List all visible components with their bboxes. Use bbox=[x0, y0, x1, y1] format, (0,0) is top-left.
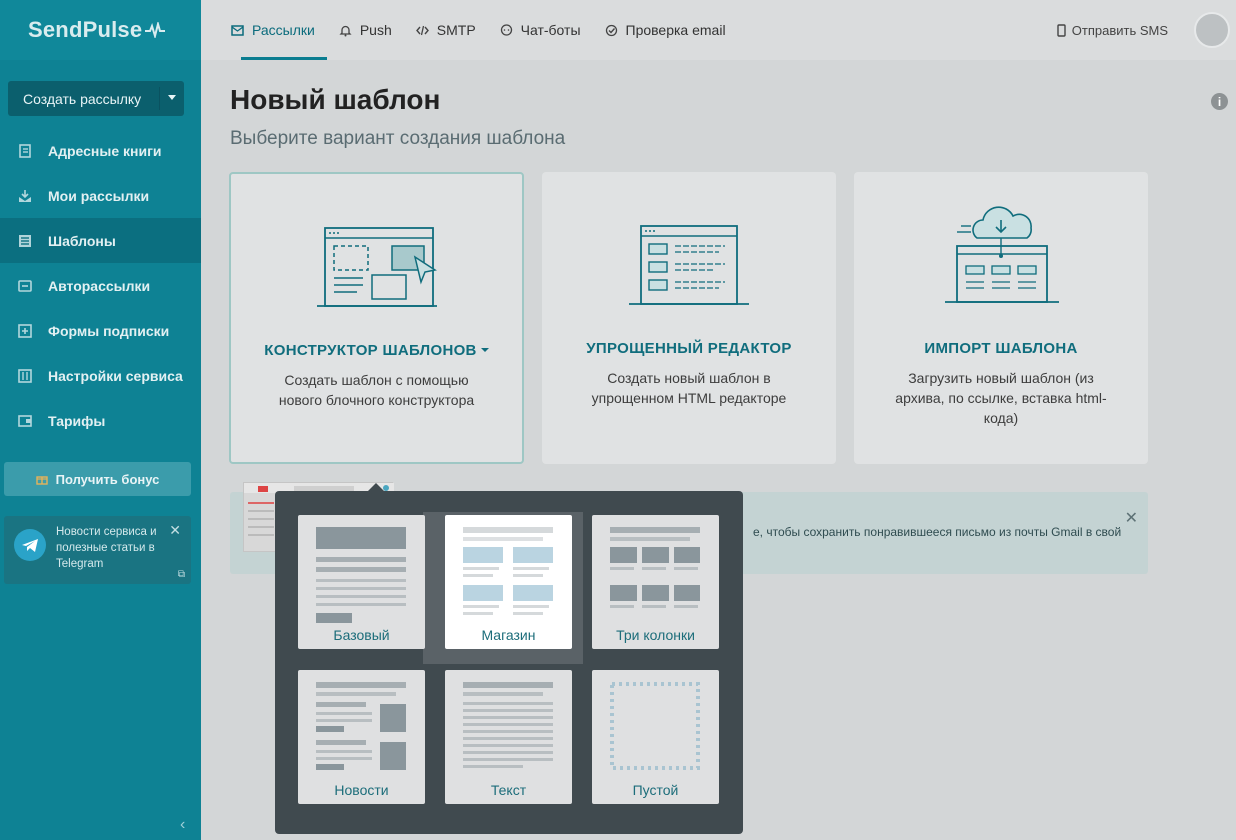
tab-label: Рассылки bbox=[252, 22, 315, 38]
template-option-label: Магазин bbox=[481, 627, 536, 643]
pricing-icon bbox=[18, 414, 32, 427]
telegram-icon bbox=[14, 529, 46, 561]
create-campaign-label: Создать рассылку bbox=[23, 90, 142, 107]
template-option-label: Пустой bbox=[632, 782, 679, 798]
tab-campaigns[interactable]: Рассылки bbox=[219, 0, 327, 60]
sidebar-item-pricing[interactable]: Тарифы bbox=[0, 398, 201, 443]
close-icon[interactable]: ✕ bbox=[1125, 508, 1138, 528]
get-bonus-button[interactable]: Получить бонус bbox=[4, 462, 191, 496]
template-option-shop[interactable]: Магазин bbox=[445, 515, 572, 649]
collapse-sidebar-icon[interactable]: ‹ bbox=[180, 816, 185, 834]
telegram-card-text: Новости сервиса и полезные статьи в Tele… bbox=[56, 526, 157, 570]
template-option-news[interactable]: Новости bbox=[298, 670, 425, 804]
builder-illustration-icon bbox=[316, 227, 437, 307]
code-icon bbox=[415, 25, 429, 35]
template-builder-card[interactable]: КОНСТРУКТОР ШАБЛОНОВ Создать шаблон с по… bbox=[229, 172, 524, 464]
editor-illustration-icon bbox=[629, 225, 749, 305]
template-option-three-columns[interactable]: Три колонки bbox=[592, 515, 719, 649]
telegram-news-card[interactable]: Новости сервиса и полезные статьи в Tele… bbox=[4, 516, 191, 584]
page-title: Новый шаблон bbox=[230, 84, 441, 115]
sidebar-item-address-books[interactable]: Адресные книги bbox=[0, 128, 201, 173]
sidebar-item-label: Мои рассылки bbox=[48, 187, 150, 204]
sidebar-item-label: Формы подписки bbox=[48, 322, 170, 339]
template-icon bbox=[19, 234, 31, 247]
template-option-label: Три колонки bbox=[616, 627, 695, 643]
top-right-area: Отправить SMS bbox=[1057, 0, 1236, 60]
sidebar-nav: Адресные книги Мои рассылки Шаблоны Авто… bbox=[0, 128, 201, 443]
chevron-down-icon bbox=[480, 348, 489, 352]
send-sms-link[interactable]: Отправить SMS bbox=[1057, 23, 1168, 38]
phone-icon bbox=[1057, 23, 1066, 37]
info-icon[interactable]: i bbox=[1211, 93, 1228, 110]
chat-icon bbox=[500, 23, 512, 36]
bell-icon bbox=[339, 25, 352, 36]
tab-push[interactable]: Push bbox=[327, 0, 404, 60]
chevron-down-icon[interactable] bbox=[168, 95, 176, 100]
send-sms-label: Отправить SMS bbox=[1071, 22, 1168, 38]
template-option-basic[interactable]: Базовый bbox=[298, 515, 425, 649]
avatar[interactable] bbox=[1194, 12, 1230, 48]
sidebar-item-templates[interactable]: Шаблоны bbox=[0, 218, 201, 263]
logo-bar: SendPulse bbox=[0, 0, 201, 60]
top-navigation: Рассылки Push SMTP Чат-боты Проверка ema… bbox=[201, 0, 1236, 60]
create-campaign-button[interactable]: Создать рассылку bbox=[8, 81, 184, 116]
banner-text: е, чтобы сохранить понравившееся письмо … bbox=[753, 525, 1122, 539]
card-title: КОНСТРУКТОР ШАБЛОНОВ bbox=[231, 342, 522, 359]
cloud-upload-illustration-icon bbox=[945, 206, 1059, 303]
tab-email-verification[interactable]: Проверка email bbox=[593, 0, 738, 60]
close-icon[interactable]: ✕ bbox=[169, 522, 181, 539]
sidebar-item-label: Настройки сервиса bbox=[48, 367, 183, 384]
check-icon bbox=[605, 24, 617, 36]
template-type-dropdown: Базовый Магазин Три колонки Новости Текс… bbox=[275, 483, 743, 834]
tab-label: Чат-боты bbox=[520, 22, 581, 38]
address-book-icon bbox=[19, 143, 31, 158]
tab-smtp[interactable]: SMTP bbox=[404, 0, 488, 60]
tab-label: Проверка email bbox=[625, 22, 726, 38]
card-description: Создать шаблон с помощью нового блочного… bbox=[278, 372, 475, 408]
import-template-card[interactable]: ИМПОРТ ШАБЛОНА Загрузить новый шаблон (и… bbox=[854, 172, 1148, 464]
form-icon bbox=[18, 323, 32, 338]
gift-icon bbox=[35, 476, 48, 485]
sidebar-item-label: Авторассылки bbox=[48, 277, 151, 294]
sidebar-item-my-campaigns[interactable]: Мои рассылки bbox=[0, 173, 201, 218]
sidebar-item-subscription-forms[interactable]: Формы подписки bbox=[0, 308, 201, 353]
sidebar: SendPulse Создать рассылку Адресные книг… bbox=[0, 0, 201, 840]
logo[interactable]: SendPulse bbox=[28, 17, 142, 43]
template-option-empty[interactable]: Пустой bbox=[592, 670, 719, 804]
sidebar-item-automation[interactable]: Авторассылки bbox=[0, 263, 201, 308]
tab-label: SMTP bbox=[436, 22, 476, 38]
tab-chatbots[interactable]: Чат-боты bbox=[488, 0, 593, 60]
automation-icon bbox=[18, 279, 32, 292]
card-description: Создать новый шаблон в упрощенном HTML р… bbox=[591, 370, 787, 406]
sidebar-item-label: Адресные книги bbox=[48, 142, 162, 159]
card-title: ИМПОРТ ШАБЛОНА bbox=[924, 340, 1078, 357]
template-option-label: Текст bbox=[490, 782, 527, 798]
page-subtitle: Выберите вариант создания шаблона bbox=[230, 128, 566, 149]
card-title: УПРОЩЕННЫЙ РЕДАКТОР bbox=[586, 340, 792, 357]
card-title-text: КОНСТРУКТОР ШАБЛОНОВ bbox=[264, 342, 477, 359]
campaign-icon bbox=[19, 189, 31, 202]
mail-icon bbox=[231, 24, 244, 36]
pulse-icon bbox=[145, 22, 166, 38]
sidebar-item-label: Тарифы bbox=[48, 412, 106, 429]
sidebar-item-label: Шаблоны bbox=[48, 232, 116, 249]
template-option-label: Новости bbox=[334, 782, 389, 798]
sidebar-item-service-settings[interactable]: Настройки сервиса bbox=[0, 353, 201, 398]
external-link-icon[interactable]: ⧉ bbox=[178, 569, 185, 580]
divider bbox=[159, 87, 160, 110]
tab-label: Push bbox=[359, 22, 392, 38]
settings-icon bbox=[18, 368, 32, 383]
template-option-label: Базовый bbox=[333, 627, 390, 643]
template-option-text[interactable]: Текст bbox=[445, 670, 572, 804]
get-bonus-label: Получить бонус bbox=[55, 471, 160, 487]
simple-editor-card[interactable]: УПРОЩЕННЫЙ РЕДАКТОР Создать новый шаблон… bbox=[542, 172, 836, 464]
card-description: Загрузить новый шаблон (из архива, по сс… bbox=[895, 370, 1107, 426]
